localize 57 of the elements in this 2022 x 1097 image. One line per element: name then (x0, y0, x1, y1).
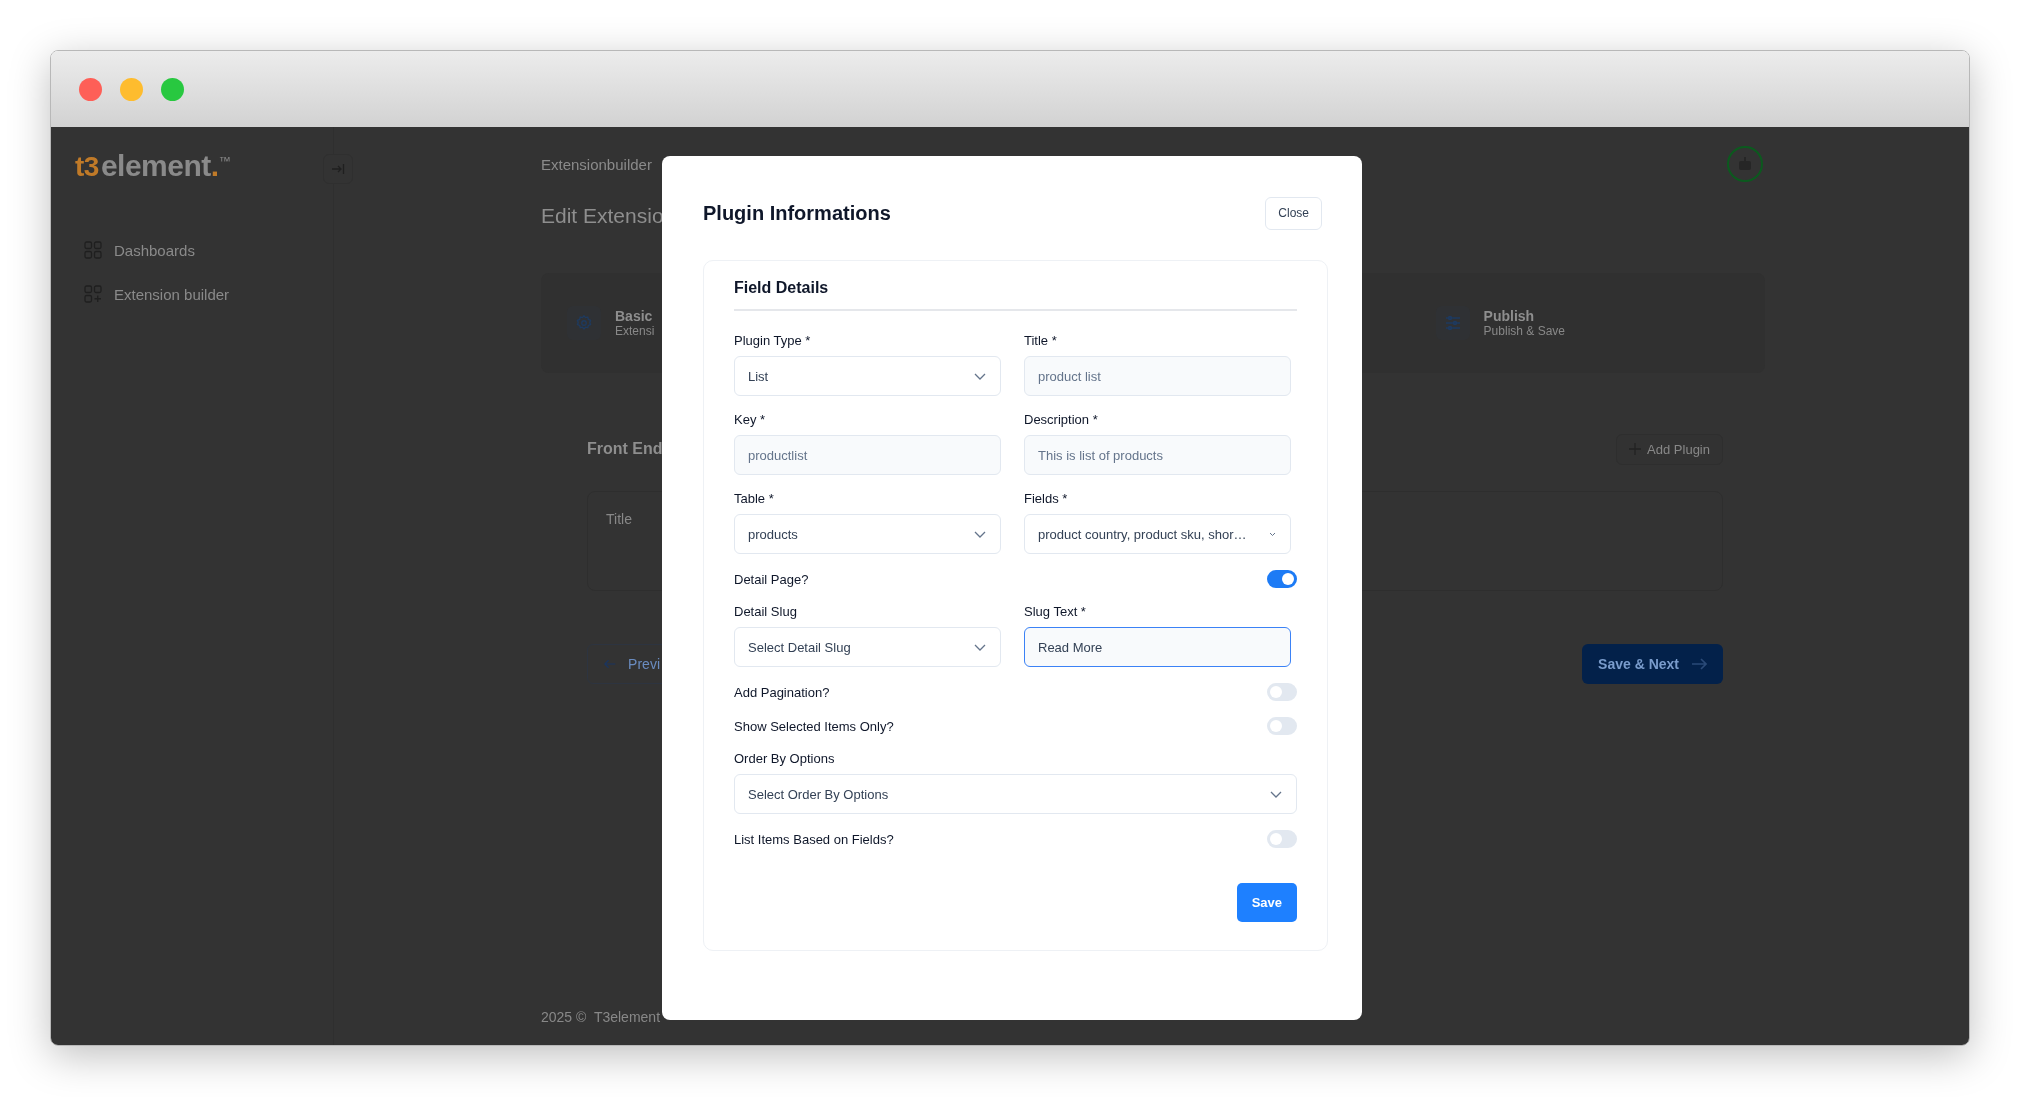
save-button[interactable]: Save (1236, 883, 1297, 922)
field-label: Key * (734, 412, 767, 427)
toggle-switch[interactable] (1267, 570, 1297, 588)
window-control-button[interactable] (161, 77, 184, 101)
chevron-down-icon (1270, 790, 1282, 798)
arrow-left-icon (604, 658, 617, 670)
avatar[interactable] (1727, 146, 1763, 182)
chevron-down-icon (974, 372, 986, 380)
field-label: Description * (1024, 412, 1099, 427)
input-field[interactable]: product list (1024, 356, 1291, 396)
step-title: Basic (615, 308, 654, 324)
modal-title: Plugin Informations (703, 201, 891, 225)
select-field[interactable]: products (734, 514, 1001, 554)
field-label: Slug Text * (1024, 604, 1087, 619)
window-control-button[interactable] (79, 77, 102, 101)
select-field[interactable]: Select Order By Options (734, 774, 1297, 814)
breadcrumb[interactable]: Extensionbuilder (541, 155, 652, 173)
page-title: Edit Extensio (541, 204, 661, 229)
select-field[interactable]: Select Detail Slug (734, 627, 1001, 667)
step-subtitle: Extensi (615, 324, 655, 338)
step-subtitle: Publish & Save (1483, 324, 1565, 338)
field-label: Fields * (1024, 491, 1069, 506)
field-label: List Items Based on Fields? (734, 831, 894, 847)
step[interactable]: Publish Publish & Save (1435, 306, 1565, 340)
field-label: Order By Options (734, 751, 836, 766)
field-label: Detail Slug (734, 604, 798, 619)
field-label: Title * (1024, 333, 1058, 348)
window-control-button[interactable] (120, 77, 143, 101)
input-field[interactable]: This is list of products (1024, 435, 1291, 475)
logo: t3element.$^{™}$ (75, 149, 231, 183)
step[interactable]: Basic Extensi (567, 306, 655, 340)
field-label: Add Pagination? (734, 684, 830, 700)
toggle-switch[interactable] (1267, 717, 1297, 735)
field-label: Show Selected Items Only? (734, 718, 894, 734)
section-title: Front End (587, 440, 663, 458)
save-next-button[interactable]: Save & Next (1582, 644, 1723, 684)
field-label: Table * (734, 491, 775, 506)
chevron-down-icon (974, 643, 986, 651)
select-field[interactable]: List (734, 356, 1001, 396)
input-field[interactable]: Read More (1024, 627, 1291, 667)
toggle-switch[interactable] (1267, 683, 1297, 701)
column-header: Title (606, 511, 632, 527)
select-field[interactable]: product country, product sku, shor… (1024, 514, 1291, 554)
gear-icon (567, 306, 601, 340)
sidebar-item[interactable]: Dashboards (75, 228, 333, 272)
card-title: Field Details (734, 279, 1297, 311)
sidebar-item[interactable]: Extension builder (75, 272, 333, 316)
step-title: Publish (1483, 308, 1536, 324)
field-label: Detail Page? (734, 571, 809, 587)
add-plugin-button[interactable]: Add Plugin (1616, 433, 1723, 465)
field-label: Plugin Type * (734, 333, 812, 348)
toggle-switch[interactable] (1267, 830, 1297, 848)
close-button[interactable]: Close (1265, 196, 1322, 230)
arrow-right-icon (1691, 658, 1707, 670)
input-field[interactable]: productlist (734, 435, 1001, 475)
chevron-down-icon (974, 530, 986, 538)
sliders-icon (1435, 306, 1470, 340)
